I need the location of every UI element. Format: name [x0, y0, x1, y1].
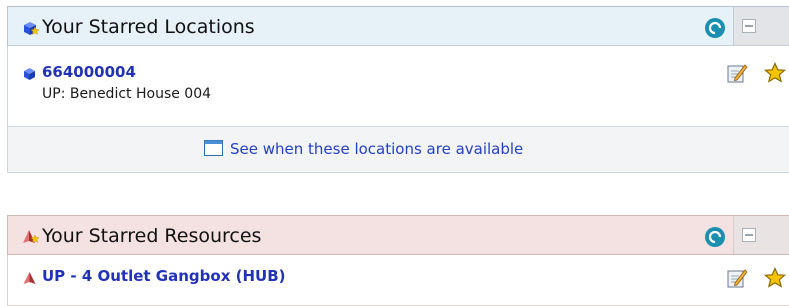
starred-resources-header: Your Starred Resources: [7, 215, 789, 255]
collapse-cell: [733, 216, 789, 254]
resource-list-item: UP - 4 Outlet Gangbox (HUB): [7, 255, 789, 306]
collapse-minus-icon[interactable]: [742, 228, 756, 242]
location-list-item: 664000004 UP: Benedict House 004: [7, 46, 789, 127]
refresh-circle-icon[interactable]: [704, 226, 726, 248]
availability-link-text[interactable]: See when these locations are available: [230, 138, 523, 160]
locations-footer: See when these locations are available: [7, 127, 789, 173]
collapse-cell: [733, 7, 789, 45]
refresh-circle-icon[interactable]: [704, 17, 726, 39]
star-icon[interactable]: [764, 62, 786, 84]
starred-locations-header: Your Starred Locations: [7, 6, 789, 46]
location-name: UP: Benedict House 004: [42, 86, 212, 102]
calendar-icon: [204, 140, 223, 156]
location-id-link[interactable]: 664000004: [42, 63, 136, 81]
edit-pencil-icon[interactable]: [726, 267, 748, 289]
starred-resources-panel: Your Starred Resources UP - 4 Outlet Gan…: [7, 215, 789, 306]
starred-resources-title: Your Starred Resources: [42, 225, 262, 247]
collapse-minus-icon[interactable]: [742, 19, 756, 33]
star-icon[interactable]: [764, 267, 786, 289]
box-star-icon: [24, 22, 40, 35]
starred-locations-title: Your Starred Locations: [42, 16, 255, 38]
pyramid-star-icon: [23, 230, 40, 243]
edit-pencil-icon[interactable]: [726, 62, 748, 84]
blue-cube-icon: [24, 68, 35, 80]
starred-locations-panel: Your Starred Locations 664000004 UP: Ben…: [7, 6, 789, 173]
resource-id-link[interactable]: UP - 4 Outlet Gangbox (HUB): [42, 267, 285, 285]
red-pyramid-icon: [23, 272, 36, 284]
